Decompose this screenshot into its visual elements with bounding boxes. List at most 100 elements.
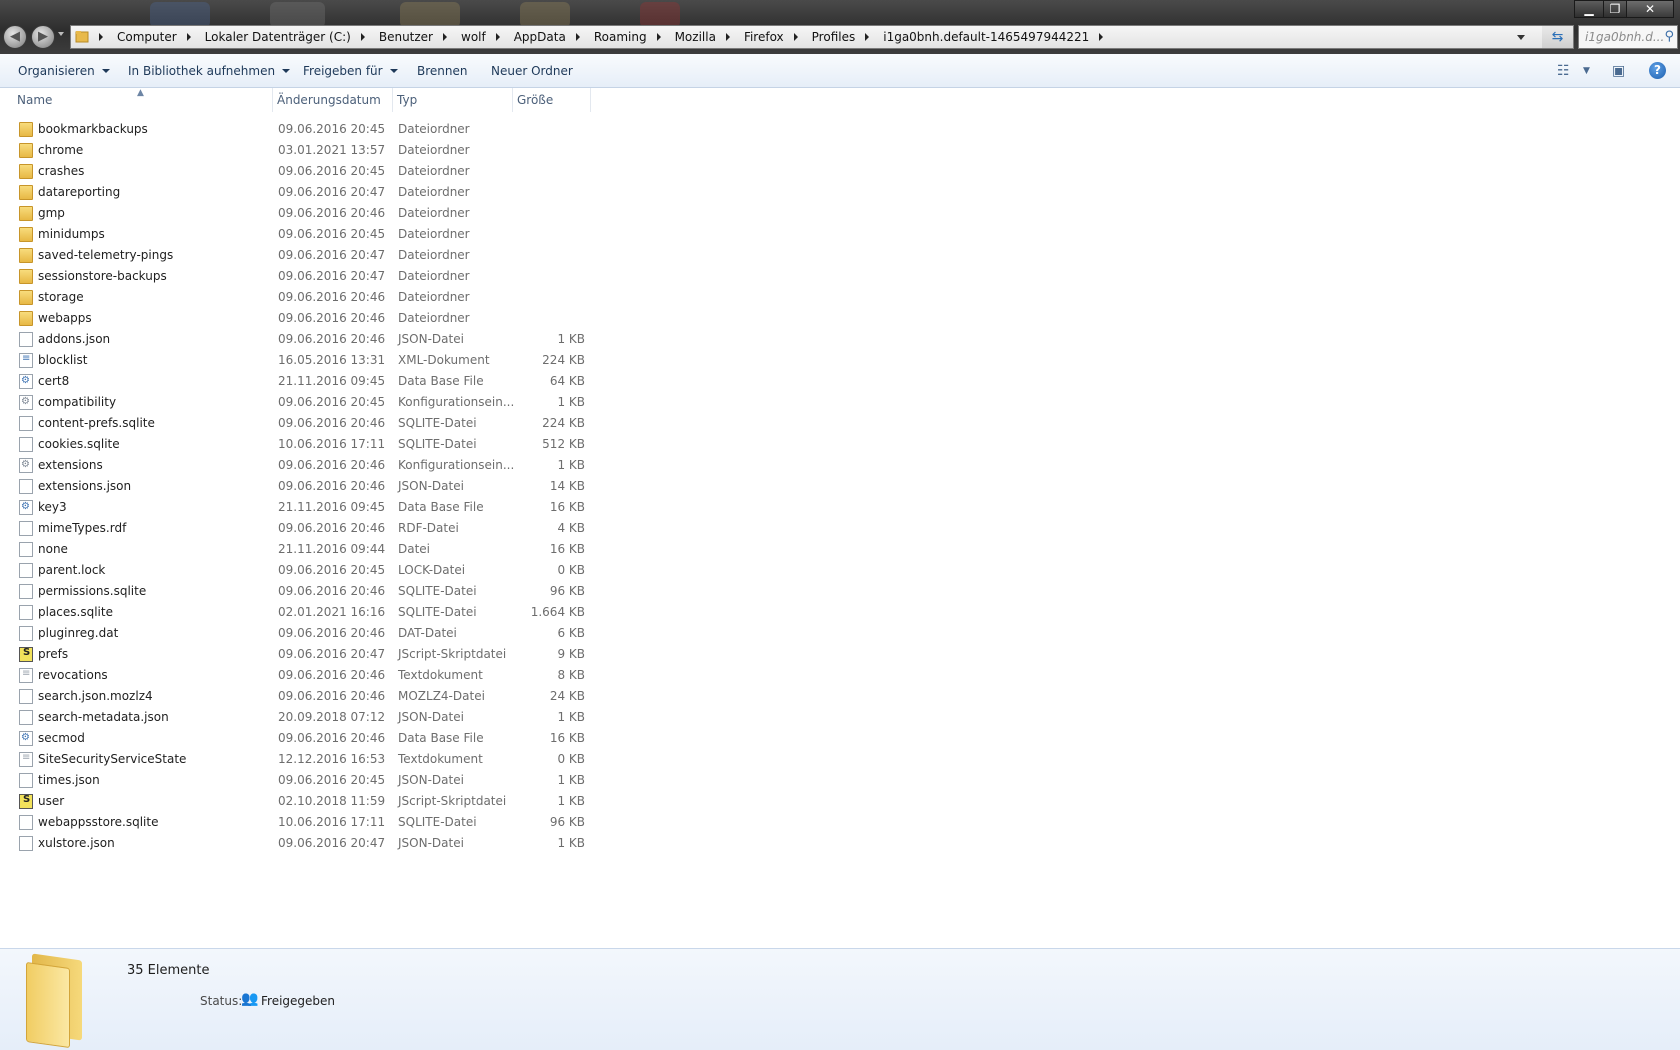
preview-pane-icon[interactable]: ▣ [1612, 63, 1625, 79]
new-folder-button[interactable]: Neuer Ordner [491, 64, 573, 78]
file-name: places.sqlite [38, 605, 113, 619]
file-row[interactable]: xulstore.json 09.06.2016 20:47 JSON-Datei 1… [0, 833, 600, 854]
chevron-down-icon[interactable]: ▼ [1583, 66, 1590, 76]
breadcrumb-separator-icon[interactable] [495, 33, 500, 41]
breadcrumb-separator-icon[interactable] [656, 33, 661, 41]
address-bar[interactable]: Computer Lokaler Datenträger (C:) Benutzer… [70, 25, 1544, 49]
search-icon[interactable]: ⚲ [1664, 29, 1674, 44]
view-options-icon[interactable]: ☷ [1557, 63, 1570, 79]
file-name: revocations [38, 668, 108, 682]
recent-pages-dropdown[interactable] [58, 32, 64, 36]
breadcrumb-separator-icon[interactable] [1099, 33, 1104, 41]
file-row[interactable]: saved-telemetry-pings 09.06.2016 20:47 Dat… [0, 245, 600, 266]
breadcrumb-item[interactable]: Firefox [740, 30, 788, 44]
breadcrumb-item[interactable]: wolf [457, 30, 490, 44]
database-file-icon [19, 731, 33, 746]
breadcrumb-separator-icon[interactable] [360, 33, 365, 41]
organize-menu[interactable]: Organisieren [18, 64, 110, 78]
file-row[interactable]: sessionstore-backups 09.06.2016 20:47 Date… [0, 266, 600, 287]
file-row[interactable]: places.sqlite 02.01.2021 16:16 SQLITE-Date… [0, 602, 600, 623]
file-row[interactable]: bookmarkbackups 09.06.2016 20:45 Dateiordn… [0, 119, 600, 140]
folder-icon [19, 143, 33, 158]
file-row[interactable]: mimeTypes.rdf 09.06.2016 20:46 RDF-Datei 4 … [0, 518, 600, 539]
breadcrumb-separator-icon[interactable] [793, 33, 798, 41]
back-arrow-icon: ◀ [10, 29, 20, 44]
file-row[interactable]: secmod 09.06.2016 20:46 Data Base File 16 K… [0, 728, 600, 749]
breadcrumb-separator-icon[interactable] [186, 33, 191, 41]
file-icon [19, 437, 33, 452]
file-row[interactable]: extensions.json 09.06.2016 20:46 JSON-Date… [0, 476, 600, 497]
file-row[interactable]: search.json.mozlz4 09.06.2016 20:46 MOZLZ4… [0, 686, 600, 707]
forward-button[interactable]: ▶ [31, 25, 55, 49]
file-row[interactable]: addons.json 09.06.2016 20:46 JSON-Datei 1 K… [0, 329, 600, 350]
breadcrumb-item[interactable]: Benutzer [375, 30, 437, 44]
breadcrumb-separator-icon[interactable] [865, 33, 870, 41]
breadcrumb-item[interactable]: Profiles [808, 30, 860, 44]
file-row[interactable]: compatibility 09.06.2016 20:45 Konfigurati… [0, 392, 600, 413]
file-row[interactable]: crashes 09.06.2016 20:45 Dateiordner [0, 161, 600, 182]
file-row[interactable]: gmp 09.06.2016 20:46 Dateiordner [0, 203, 600, 224]
file-row[interactable]: parent.lock 09.06.2016 20:45 LOCK-Datei 0 K… [0, 560, 600, 581]
file-row[interactable]: none 21.11.2016 09:44 Datei 16 KB [0, 539, 600, 560]
file-row[interactable]: prefs 09.06.2016 20:47 JScript-Skriptdatei… [0, 644, 600, 665]
file-row[interactable]: key3 21.11.2016 09:45 Data Base File 16 KB [0, 497, 600, 518]
close-button[interactable]: ✕ [1626, 0, 1674, 18]
script-file-icon [19, 647, 33, 662]
file-row[interactable]: cert8 21.11.2016 09:45 Data Base File 64 KB [0, 371, 600, 392]
file-size: 64 KB [549, 374, 585, 388]
file-size: 0 KB [557, 752, 585, 766]
address-history-dropdown[interactable] [1517, 35, 1525, 40]
file-type: Data Base File [398, 731, 484, 745]
file-name: pluginreg.dat [38, 626, 119, 640]
refresh-button[interactable]: ⇆ [1542, 25, 1574, 49]
file-date: 09.06.2016 20:45 [278, 164, 386, 178]
breadcrumb-item[interactable]: Computer [113, 30, 181, 44]
file-row[interactable]: cookies.sqlite 10.06.2016 17:11 SQLITE-Dat… [0, 434, 600, 455]
breadcrumb-separator-icon[interactable] [443, 33, 447, 41]
file-row[interactable]: revocations 09.06.2016 20:46 Textdokument 8… [0, 665, 600, 686]
breadcrumb-separator-icon[interactable] [575, 33, 580, 41]
file-row[interactable]: times.json 09.06.2016 20:45 JSON-Datei 1 KB [0, 770, 600, 791]
file-row[interactable]: extensions 09.06.2016 20:46 Konfigurations… [0, 455, 600, 476]
column-size[interactable]: Größe [513, 88, 591, 112]
breadcrumb-separator-icon[interactable] [725, 33, 730, 41]
file-row[interactable]: datareporting 09.06.2016 20:47 Dateiordner [0, 182, 600, 203]
library-menu[interactable]: In Bibliothek aufnehmen [128, 64, 291, 78]
breadcrumb-item[interactable]: i1ga0bnh.default-1465497944221 [879, 30, 1093, 44]
breadcrumb-item[interactable]: Mozilla [671, 30, 720, 44]
column-type[interactable]: Typ [393, 88, 513, 112]
file-icon [19, 563, 33, 578]
file-type: MOZLZ4-Datei [398, 689, 485, 703]
file-type: Dateiordner [398, 311, 470, 325]
minimize-button[interactable]: ▁ [1574, 0, 1604, 18]
back-button[interactable]: ◀ [3, 25, 27, 49]
breadcrumb-separator-icon[interactable] [99, 33, 103, 41]
file-row[interactable]: user 02.10.2018 11:59 JScript-Skriptdatei 1… [0, 791, 600, 812]
share-menu[interactable]: Freigeben für [303, 64, 398, 78]
file-date: 20.09.2018 07:12 [278, 710, 386, 724]
file-row[interactable]: chrome 03.01.2021 13:57 Dateiordner [0, 140, 600, 161]
breadcrumb-item[interactable]: Roaming [590, 30, 651, 44]
breadcrumb-item[interactable]: Lokaler Datenträger (C:) [201, 30, 355, 44]
file-date: 09.06.2016 20:45 [278, 227, 386, 241]
help-icon[interactable]: ? [1649, 62, 1666, 79]
file-row[interactable]: content-prefs.sqlite 09.06.2016 20:46 SQLI… [0, 413, 600, 434]
column-date[interactable]: Änderungsdatum [273, 88, 393, 112]
file-row[interactable]: pluginreg.dat 09.06.2016 20:46 DAT-Datei 6 … [0, 623, 600, 644]
maximize-button[interactable]: ❐ [1603, 0, 1627, 18]
search-input[interactable]: i1ga0bnh.d... ⚲ [1578, 25, 1678, 49]
file-name: parent.lock [38, 563, 106, 577]
file-name: webappsstore.sqlite [38, 815, 159, 829]
file-row[interactable]: permissions.sqlite 09.06.2016 20:46 SQLITE… [0, 581, 600, 602]
file-row[interactable]: minidumps 09.06.2016 20:45 Dateiordner [0, 224, 600, 245]
file-type: Dateiordner [398, 206, 470, 220]
file-row[interactable]: storage 09.06.2016 20:46 Dateiordner [0, 287, 600, 308]
file-row[interactable]: blocklist 16.05.2016 13:31 XML-Dokument 224… [0, 350, 600, 371]
breadcrumb-item[interactable]: AppData [510, 30, 570, 44]
file-row[interactable]: search-metadata.json 20.09.2018 07:12 JSON… [0, 707, 600, 728]
burn-button[interactable]: Brennen [417, 64, 467, 78]
folder-root-icon[interactable] [71, 26, 93, 48]
file-row[interactable]: SiteSecurityServiceState 12.12.2016 16:53… [0, 749, 600, 770]
file-row[interactable]: webappsstore.sqlite 10.06.2016 17:11 SQLIT… [0, 812, 600, 833]
file-row[interactable]: webapps 09.06.2016 20:46 Dateiordner [0, 308, 600, 329]
